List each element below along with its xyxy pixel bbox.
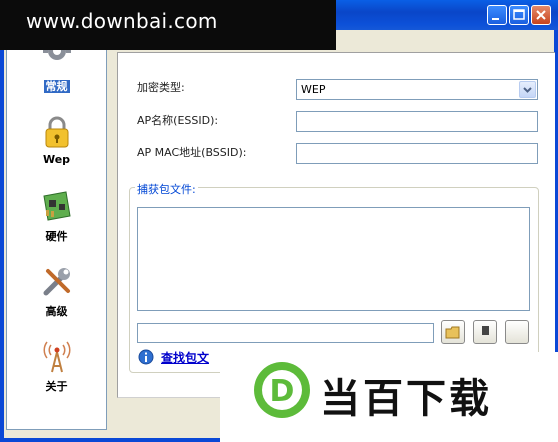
bssid-field[interactable]	[296, 143, 538, 164]
sidebar-item-advanced[interactable]: 高级	[7, 263, 106, 333]
close-button[interactable]	[531, 5, 551, 25]
folder-icon	[445, 326, 460, 339]
find-capture-file-link[interactable]: 查找包文	[161, 349, 209, 366]
minimize-icon	[492, 18, 499, 20]
encryption-type-label: 加密类型:	[137, 81, 185, 94]
svg-text:D: D	[270, 374, 295, 409]
encryption-type-select[interactable]: WEP	[296, 79, 538, 100]
sidebar-item-label: Wep	[42, 153, 71, 166]
capture-file-list[interactable]	[137, 207, 530, 311]
info-icon	[138, 349, 154, 365]
antenna-icon	[43, 341, 71, 373]
minimize-button[interactable]	[487, 5, 507, 25]
file-icon	[482, 326, 489, 335]
sidebar-item-wep[interactable]: Wep	[7, 113, 106, 183]
capture-file-group-title: 捕获包文件:	[135, 181, 198, 197]
sidebar-item-label: 关于	[45, 380, 68, 393]
save-file-button[interactable]	[473, 320, 497, 344]
open-folder-button[interactable]	[441, 320, 465, 344]
site-logo-overlay: D 当百下载	[220, 352, 558, 442]
sidebar-item-label: 高级	[45, 305, 68, 318]
sidebar-item-about[interactable]: 关于	[7, 338, 106, 408]
essid-label: AP名称(ESSID):	[137, 114, 219, 127]
maximize-button[interactable]	[509, 5, 529, 25]
lock-icon	[45, 116, 69, 148]
sidebar-item-label: 常规	[43, 80, 70, 93]
window-frame-left	[0, 30, 4, 442]
clear-list-button[interactable]	[505, 320, 529, 344]
circuit-board-icon	[43, 191, 71, 221]
essid-field[interactable]	[296, 111, 538, 132]
watermark-overlay: www.downbai.com	[0, 0, 336, 50]
encryption-type-value: WEP	[301, 83, 326, 96]
close-icon	[536, 10, 546, 20]
sidebar-item-label: 硬件	[45, 230, 68, 243]
chevron-down-icon[interactable]	[519, 81, 536, 98]
capture-file-path-input[interactable]	[137, 323, 434, 343]
logo-d-icon: D	[254, 362, 310, 418]
delete-icon	[506, 321, 528, 343]
bssid-label: AP MAC地址(BSSID):	[137, 146, 247, 159]
maximize-icon	[513, 9, 525, 20]
tools-icon	[43, 268, 70, 296]
watermark-text: www.downbai.com	[26, 9, 218, 33]
logo-text: 当百下载	[320, 376, 492, 422]
sidebar-item-hardware[interactable]: 硬件	[7, 188, 106, 258]
sidebar: 常规 Wep 硬件 高级 关于	[6, 32, 107, 430]
